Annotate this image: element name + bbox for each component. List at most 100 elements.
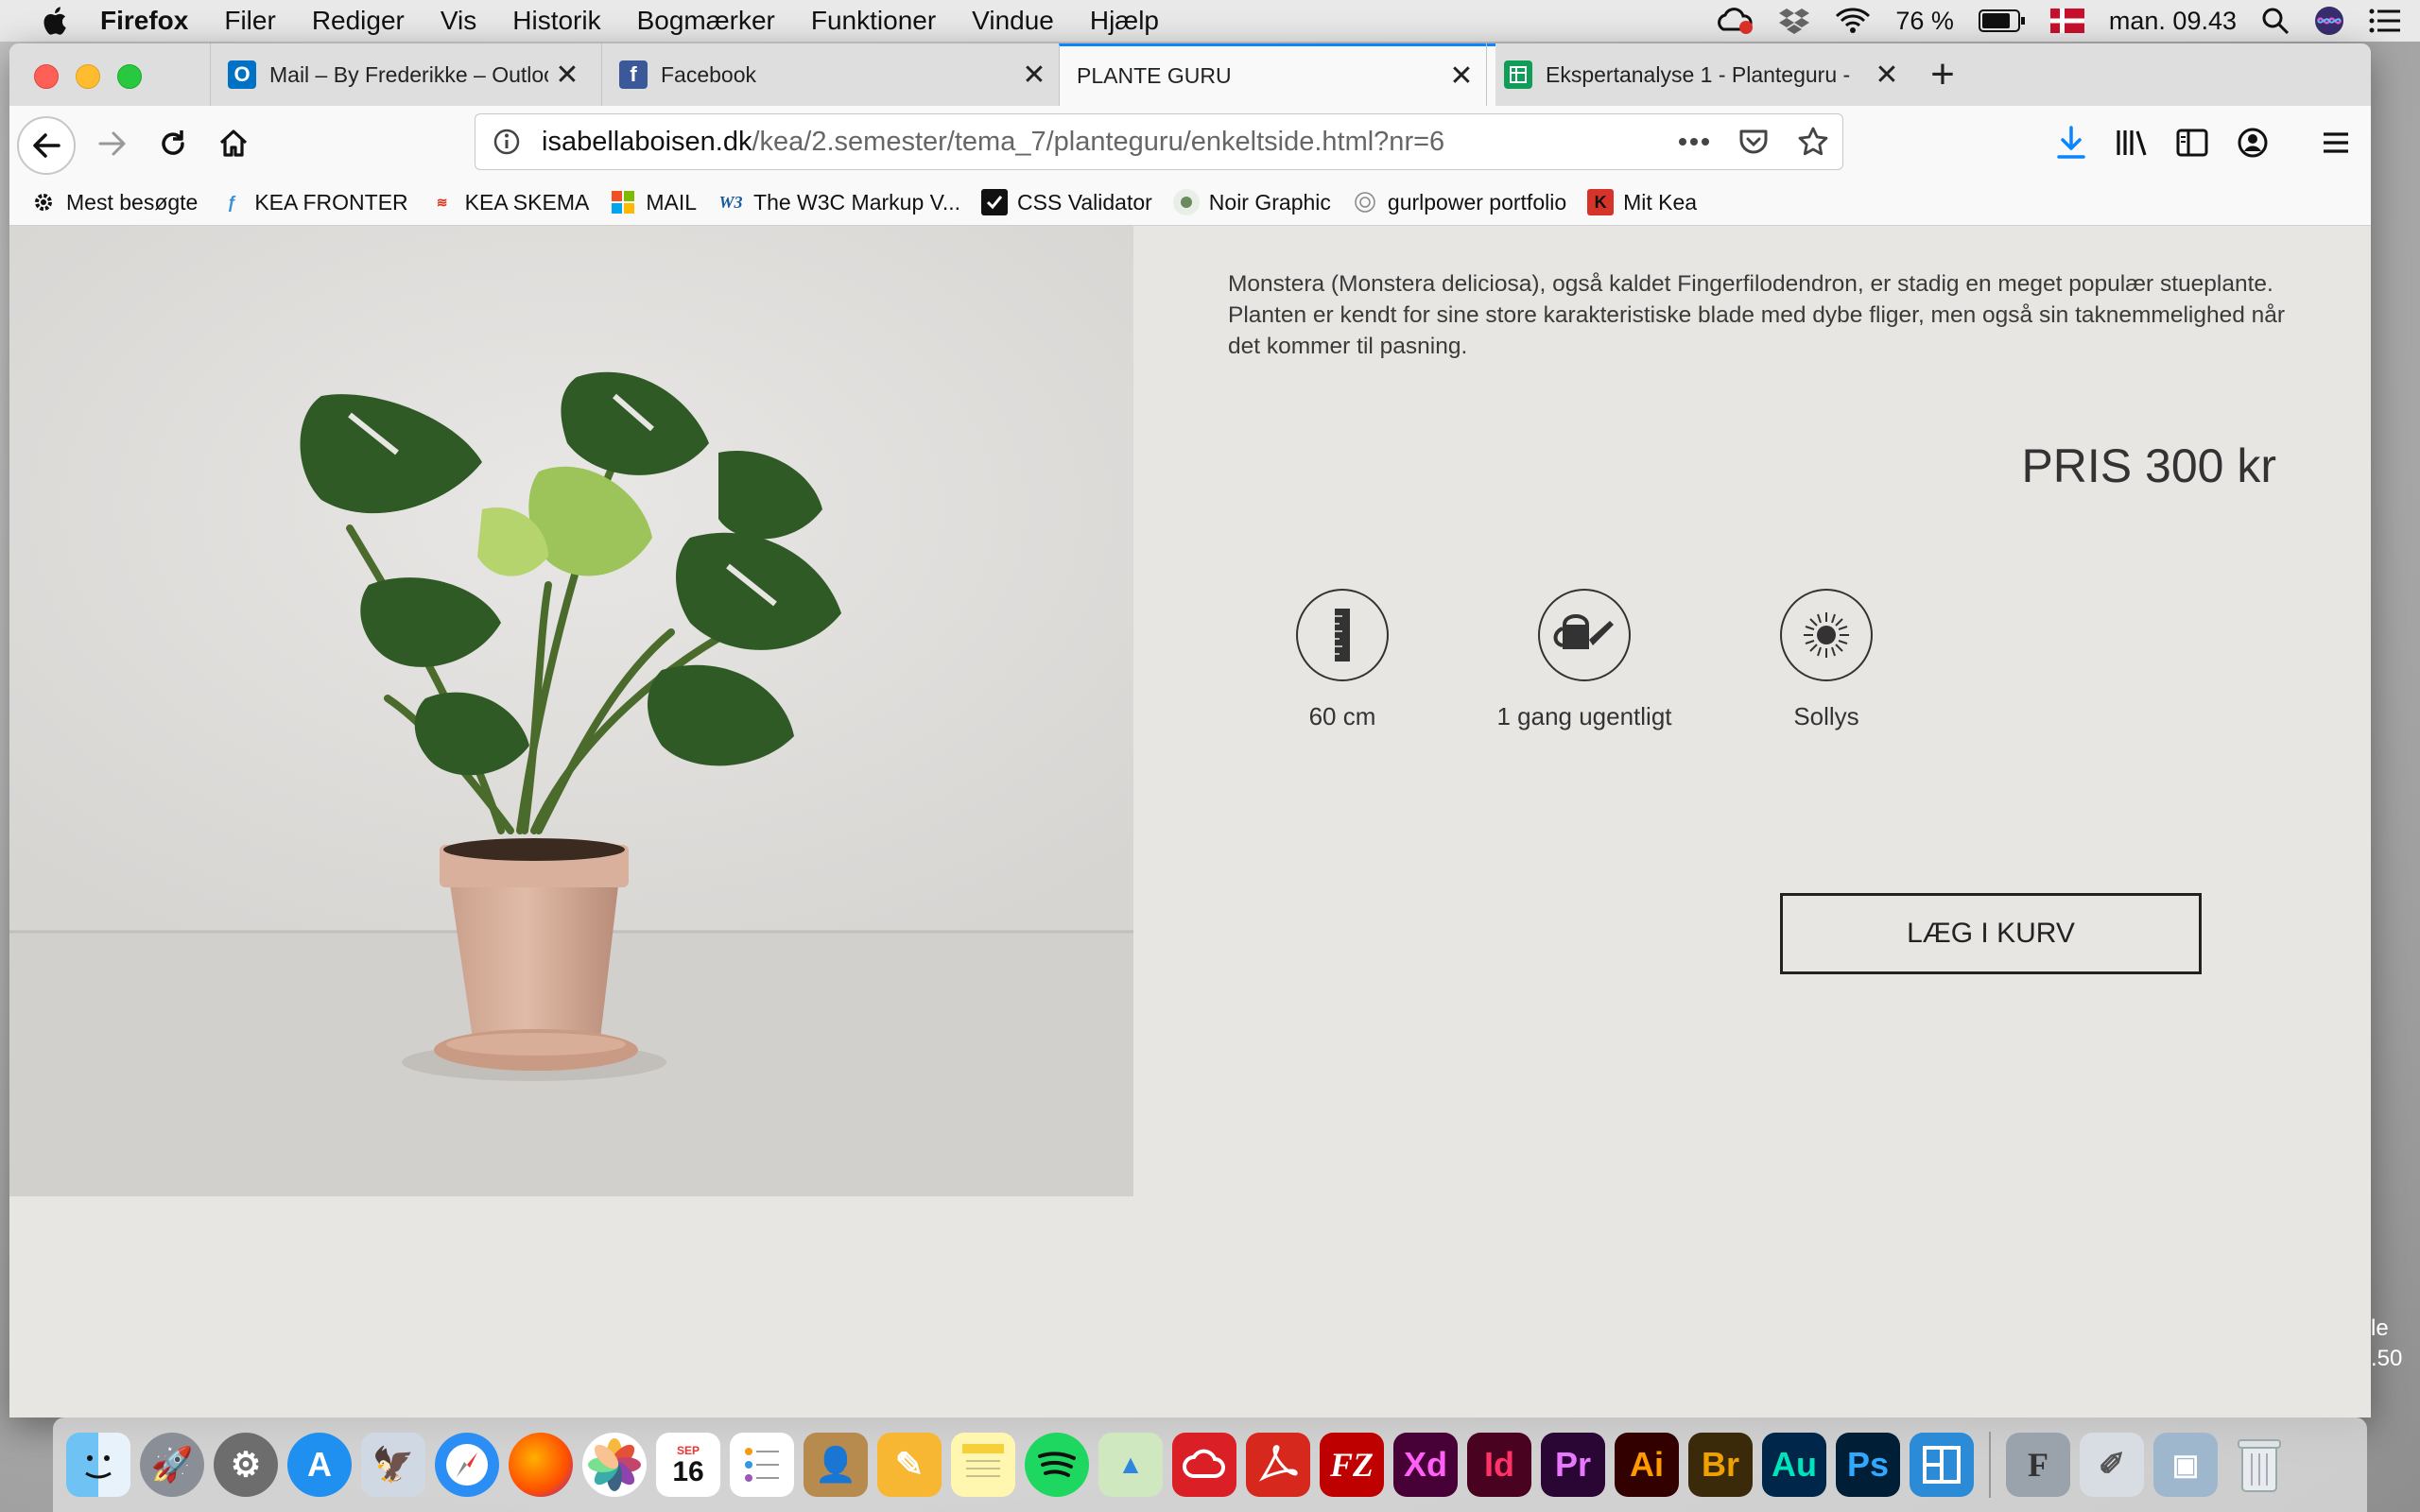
battery-icon[interactable]: [1978, 9, 2026, 33]
sidebar-icon[interactable]: [2165, 115, 2220, 170]
pocket-icon[interactable]: [1738, 128, 1769, 156]
preview-icon[interactable]: 🦅: [361, 1433, 425, 1497]
facebook-icon: f: [619, 60, 648, 89]
menu-filer[interactable]: Filer: [224, 6, 275, 36]
back-button[interactable]: [17, 116, 76, 175]
minimize-window-button[interactable]: [76, 64, 100, 89]
maps-icon[interactable]: ▲: [1098, 1433, 1163, 1497]
adobe-photoshop-icon[interactable]: Ps: [1836, 1433, 1900, 1497]
bookmark-star-icon[interactable]: [1797, 126, 1829, 158]
library-icon[interactable]: [2104, 115, 2159, 170]
tab-facebook[interactable]: f Facebook ✕: [601, 43, 1068, 106]
spotlight-search-icon[interactable]: [2261, 7, 2290, 35]
bookmark-noir-graphic[interactable]: Noir Graphic: [1172, 189, 1331, 215]
adobe-audition-icon[interactable]: Au: [1762, 1433, 1826, 1497]
menu-app-name[interactable]: Firefox: [100, 6, 188, 36]
trash-icon[interactable]: [2227, 1433, 2291, 1497]
firefox-icon[interactable]: [509, 1433, 573, 1497]
menu-rediger[interactable]: Rediger: [312, 6, 405, 36]
menubar-clock[interactable]: man. 09.43: [2109, 7, 2237, 36]
attribute-watering: 1 gang ugentligt: [1490, 589, 1679, 731]
downloads-icon[interactable]: [2044, 115, 2099, 170]
siri-icon[interactable]: [2314, 6, 2344, 36]
system-preferences-icon[interactable]: ⚙: [214, 1433, 278, 1497]
creative-cloud-status-icon[interactable]: [1716, 7, 1754, 35]
menu-bogmaerker[interactable]: Bogmærker: [637, 6, 775, 36]
notes-icon[interactable]: [951, 1433, 1015, 1497]
calendar-icon[interactable]: SEP 16: [656, 1433, 720, 1497]
url-path: /kea/2.semester/tema_7/planteguru/enkelt…: [752, 126, 1445, 157]
tab-ekspertanalyse[interactable]: Ekspertanalyse 1 - Planteguru - ✕: [1486, 43, 1921, 106]
close-tab-icon[interactable]: ✕: [1443, 58, 1480, 95]
reminders-icon[interactable]: [730, 1433, 794, 1497]
portfolio-icon: [1352, 189, 1378, 215]
calendar-day: 16: [672, 1456, 704, 1487]
window-manager-icon[interactable]: [1910, 1433, 1974, 1497]
bookmark-gurlpower-portfolio[interactable]: gurlpower portfolio: [1352, 189, 1566, 215]
app-store-icon[interactable]: A: [287, 1433, 352, 1497]
battery-percent: 76 %: [1895, 6, 1954, 35]
bookmark-mail[interactable]: MAIL: [610, 189, 697, 215]
close-tab-icon[interactable]: ✕: [1868, 56, 1906, 94]
menu-hjaelp[interactable]: Hjælp: [1090, 6, 1159, 36]
attribute-light: Sollys: [1732, 589, 1921, 731]
pixelmator-icon[interactable]: ✐: [2080, 1433, 2144, 1497]
close-tab-icon[interactable]: ✕: [1015, 56, 1053, 94]
reload-button[interactable]: [146, 116, 200, 171]
bookmark-kea-skema[interactable]: ≋ KEA SKEMA: [429, 189, 590, 215]
forward-button[interactable]: [85, 116, 140, 171]
zoom-window-button[interactable]: [117, 64, 142, 89]
page-actions-icon[interactable]: [1678, 137, 1710, 146]
forward-arrow-icon: [98, 131, 126, 156]
desktop-label-fragment: le .50: [2371, 1314, 2402, 1374]
photos-icon[interactable]: [582, 1433, 647, 1497]
site-info-icon[interactable]: [493, 128, 521, 156]
close-tab-icon[interactable]: ✕: [548, 56, 586, 94]
spotify-icon[interactable]: [1025, 1433, 1089, 1497]
sheets-icon: [1504, 60, 1532, 89]
skema-icon: ≋: [436, 194, 448, 210]
add-to-cart-button[interactable]: LÆG I KURV: [1780, 893, 2202, 974]
home-button[interactable]: [206, 116, 261, 171]
bookmark-kea-fronter[interactable]: ƒ KEA FRONTER: [218, 189, 407, 215]
account-icon[interactable]: [2225, 115, 2280, 170]
adobe-xd-icon[interactable]: Xd: [1393, 1433, 1458, 1497]
tab-plante-guru[interactable]: PLANTE GURU ✕: [1059, 43, 1495, 106]
adobe-bridge-icon[interactable]: Br: [1688, 1433, 1753, 1497]
bookmark-css-validator[interactable]: CSS Validator: [981, 189, 1152, 215]
font-book-icon[interactable]: F: [2006, 1433, 2070, 1497]
menu-historik[interactable]: Historik: [512, 6, 600, 36]
filezilla-icon[interactable]: FZ: [1320, 1433, 1384, 1497]
tab-title: PLANTE GURU: [1077, 63, 1232, 88]
close-window-button[interactable]: [34, 64, 59, 89]
danish-flag-icon[interactable]: [2049, 9, 2084, 33]
hamburger-menu-icon[interactable]: [2308, 115, 2363, 170]
menu-vindue[interactable]: Vindue: [972, 6, 1054, 36]
pages-icon[interactable]: ✎: [877, 1433, 942, 1497]
contacts-icon[interactable]: 👤: [804, 1433, 868, 1497]
dropbox-icon[interactable]: [1778, 7, 1810, 35]
menu-funktioner[interactable]: Funktioner: [811, 6, 936, 36]
new-tab-button[interactable]: +: [1919, 51, 1966, 98]
image-capture-icon[interactable]: ▣: [2153, 1433, 2218, 1497]
adobe-illustrator-icon[interactable]: Ai: [1615, 1433, 1679, 1497]
bookmark-w3c-markup[interactable]: W3 The W3C Markup V...: [717, 189, 961, 215]
watering-can-icon: [1538, 589, 1631, 681]
finder-icon[interactable]: [66, 1433, 130, 1497]
acrobat-icon[interactable]: [1246, 1433, 1310, 1497]
creative-cloud-icon[interactable]: [1172, 1433, 1236, 1497]
url-bar[interactable]: isabellaboisen.dk/kea/2.semester/tema_7/…: [475, 113, 1843, 170]
bookmark-mit-kea[interactable]: K Mit Kea: [1587, 189, 1697, 215]
launchpad-icon[interactable]: 🚀: [140, 1433, 204, 1497]
dock: 🚀 ⚙ A 🦅 SEP 16 👤 ✎ ▲ FZ Xd Id Pr Ai Br A…: [53, 1418, 2367, 1512]
safari-icon[interactable]: [435, 1433, 499, 1497]
apple-logo-icon[interactable]: [40, 6, 68, 36]
tab-outlook-mail[interactable]: O Mail – By Frederikke – Outlook ✕: [210, 43, 601, 106]
notification-center-icon[interactable]: [2369, 9, 2401, 33]
wifi-icon[interactable]: [1835, 8, 1871, 34]
menu-vis[interactable]: Vis: [441, 6, 476, 36]
bookmark-mest-besogte[interactable]: Mest besøgte: [30, 189, 198, 215]
adobe-indesign-icon[interactable]: Id: [1467, 1433, 1531, 1497]
attribute-label: Sollys: [1793, 702, 1859, 730]
adobe-premiere-icon[interactable]: Pr: [1541, 1433, 1605, 1497]
